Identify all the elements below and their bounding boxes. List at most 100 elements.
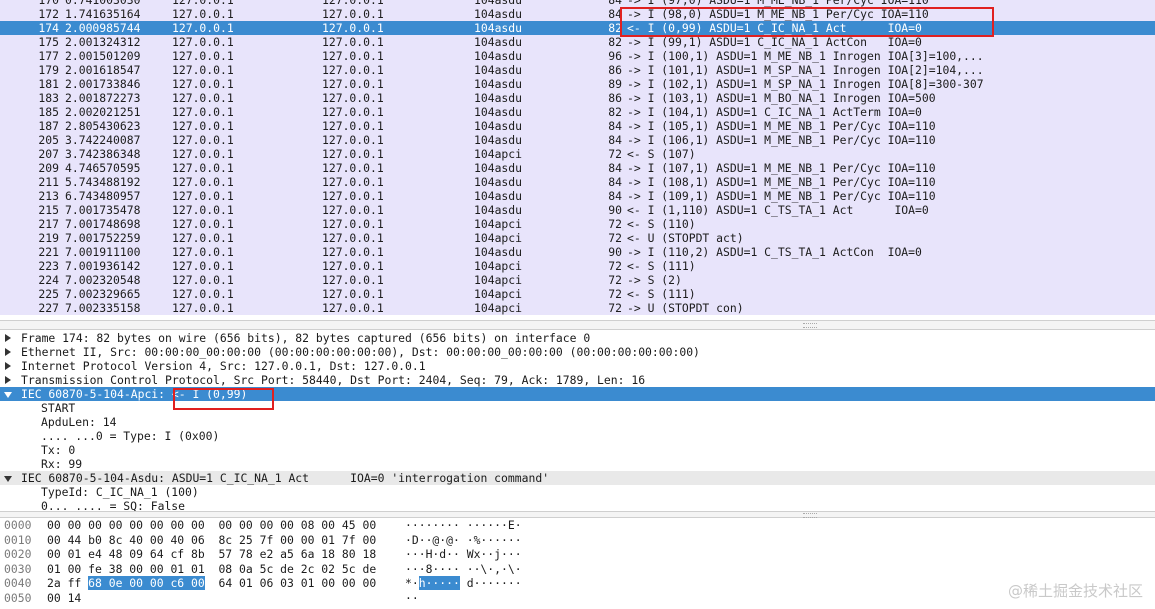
packet-info: -> I (97,0) ASDU=1 M_ME_NB_1 Per/Cyc IOA… xyxy=(627,0,929,7)
packet-source: 127.0.0.1 xyxy=(172,161,234,175)
packet-row[interactable]: 177 2.001501209 127.0.0.1 127.0.0.1 104asdu 9… xyxy=(0,49,1155,63)
packet-row[interactable]: 227 7.002335158 127.0.0.1 127.0.0.1 104apci 7… xyxy=(0,301,1155,315)
packet-length: 84 xyxy=(608,133,622,147)
packet-time: 7.001911100 xyxy=(65,245,141,259)
hex-bytes-part: 01 00 fe 38 00 00 01 01 08 0a 5c de 2c 0… xyxy=(47,561,377,576)
hex-bytes[interactable]: 00 14 xyxy=(47,591,81,606)
packet-row[interactable]: 224 7.002320548 127.0.0.1 127.0.0.1 104apci 7… xyxy=(0,273,1155,287)
detail-tree-node[interactable]: Transmission Control Protocol, Src Port:… xyxy=(0,373,1155,387)
packet-destination: 127.0.0.1 xyxy=(322,147,384,161)
packet-no: 211 xyxy=(38,175,59,189)
collapsed-triangle-icon[interactable] xyxy=(5,362,11,370)
expanded-triangle-icon[interactable] xyxy=(4,476,12,482)
detail-field[interactable]: Tx: 0 xyxy=(0,443,1155,457)
packet-destination: 127.0.0.1 xyxy=(322,49,384,63)
hex-bytes-part: 64 01 06 03 01 00 00 00 xyxy=(204,576,377,590)
packet-row[interactable]: 213 6.743480957 127.0.0.1 127.0.0.1 104asdu 8… xyxy=(0,189,1155,203)
detail-tree-node[interactable]: Frame 174: 82 bytes on wire (656 bits), … xyxy=(0,331,1155,345)
packet-row[interactable]: 225 7.002329665 127.0.0.1 127.0.0.1 104apci 7… xyxy=(0,287,1155,301)
hex-ascii[interactable]: ···H·d·· Wx··j··· xyxy=(405,547,522,562)
packet-source: 127.0.0.1 xyxy=(172,273,234,287)
expanded-triangle-icon[interactable] xyxy=(4,392,12,398)
ascii-part: ·D··@·@· ·%······ xyxy=(405,532,522,547)
hex-bytes[interactable]: 00 00 00 00 00 00 00 00 00 00 00 00 08 0… xyxy=(47,518,376,533)
packet-length: 82 xyxy=(608,21,622,35)
packet-row[interactable]: 175 2.001324312 127.0.0.1 127.0.0.1 104asdu 8… xyxy=(0,35,1155,49)
packet-info: -> I (98,0) ASDU=1 M_ME_NB_1 Per/Cyc IOA… xyxy=(627,7,929,21)
packet-row[interactable]: 181 2.001733846 127.0.0.1 127.0.0.1 104asdu 8… xyxy=(0,77,1155,91)
packet-info: <- S (111) xyxy=(627,287,696,301)
detail-tree-node[interactable]: Internet Protocol Version 4, Src: 127.0.… xyxy=(0,359,1155,373)
detail-tree-node[interactable]: IEC 60870-5-104-Asdu: ASDU=1 C_IC_NA_1 A… xyxy=(0,471,1155,485)
detail-text: Transmission Control Protocol, Src Port:… xyxy=(21,373,646,387)
packet-destination: 127.0.0.1 xyxy=(322,203,384,217)
packet-protocol: 104asdu xyxy=(474,21,523,35)
hex-bytes[interactable]: 00 01 e4 48 09 64 cf 8b 57 78 e2 a5 6a 1… xyxy=(47,547,376,562)
hex-offset: 0030 xyxy=(4,561,32,576)
packet-source: 127.0.0.1 xyxy=(172,301,234,315)
packet-row[interactable]: 170 0.741003030 127.0.0.1 127.0.0.1 104asdu 8… xyxy=(0,0,1155,7)
packet-list-pane[interactable]: 170 0.741003030 127.0.0.1 127.0.0.1 104asdu 8… xyxy=(0,0,1155,320)
hex-bytes[interactable]: 00 44 b0 8c 40 00 40 06 8c 25 7f 00 00 0… xyxy=(47,533,376,548)
packet-row[interactable]: 215 7.001735478 127.0.0.1 127.0.0.1 104asdu 9… xyxy=(0,203,1155,217)
packet-row[interactable]: 185 2.002021251 127.0.0.1 127.0.0.1 104asdu 8… xyxy=(0,105,1155,119)
packet-row[interactable]: 211 5.743488192 127.0.0.1 127.0.0.1 104asdu 8… xyxy=(0,175,1155,189)
packet-time: 5.743488192 xyxy=(65,175,141,189)
detail-field[interactable]: START xyxy=(0,401,1155,415)
detail-text: Frame 174: 82 bytes on wire (656 bits), … xyxy=(21,331,591,345)
packet-row[interactable]: 187 2.805430623 127.0.0.1 127.0.0.1 104asdu 8… xyxy=(0,119,1155,133)
collapsed-triangle-icon[interactable] xyxy=(5,348,11,356)
packet-length: 82 xyxy=(608,105,622,119)
hex-ascii[interactable]: ·· xyxy=(405,591,419,606)
detail-field[interactable]: Rx: 99 xyxy=(0,457,1155,471)
hex-bytes[interactable]: 01 00 fe 38 00 00 01 01 08 0a 5c de 2c 0… xyxy=(47,562,376,577)
packet-destination: 127.0.0.1 xyxy=(322,287,384,301)
packet-protocol: 104asdu xyxy=(474,189,523,203)
packet-row[interactable]: 207 3.742386348 127.0.0.1 127.0.0.1 104apci 7… xyxy=(0,147,1155,161)
packet-row[interactable]: 174 2.000985744 127.0.0.1 127.0.0.1 104asdu 8… xyxy=(0,21,1155,35)
packet-length: 72 xyxy=(608,287,622,301)
packet-rows: 170 0.741003030 127.0.0.1 127.0.0.1 104asdu 8… xyxy=(0,0,1155,315)
detail-field[interactable]: ApduLen: 14 xyxy=(0,415,1155,429)
packet-length: 72 xyxy=(608,259,622,273)
packet-destination: 127.0.0.1 xyxy=(322,273,384,287)
detail-tree-node[interactable]: IEC 60870-5-104-Apci: <- I (0,99) xyxy=(0,387,1155,401)
hex-ascii[interactable]: ···8···· ··\·,·\· xyxy=(405,562,522,577)
hex-ascii[interactable]: ········ ······E· xyxy=(405,518,522,533)
packet-length: 90 xyxy=(608,245,622,259)
packet-protocol: 104asdu xyxy=(474,119,523,133)
pane-splitter-bottom[interactable] xyxy=(0,511,1155,518)
packet-bytes-pane[interactable]: 0000 00 00 00 00 00 00 00 00 00 00 00 00 … xyxy=(0,518,1155,609)
packet-row[interactable]: 205 3.742240087 127.0.0.1 127.0.0.1 104asdu 8… xyxy=(0,133,1155,147)
packet-row[interactable]: 183 2.001872273 127.0.0.1 127.0.0.1 104asdu 8… xyxy=(0,91,1155,105)
packet-source: 127.0.0.1 xyxy=(172,245,234,259)
packet-length: 72 xyxy=(608,147,622,161)
packet-time: 1.741635164 xyxy=(65,7,141,21)
pane-splitter-top[interactable] xyxy=(0,320,1155,330)
hex-bytes[interactable]: 2a ff 68 0e 00 00 c6 00 64 01 06 03 01 0… xyxy=(47,576,376,591)
packet-destination: 127.0.0.1 xyxy=(322,189,384,203)
packet-row[interactable]: 172 1.741635164 127.0.0.1 127.0.0.1 104asdu 8… xyxy=(0,7,1155,21)
packet-time: 0.741003030 xyxy=(65,0,141,7)
packet-row[interactable]: 221 7.001911100 127.0.0.1 127.0.0.1 104asdu 9… xyxy=(0,245,1155,259)
packet-length: 84 xyxy=(608,119,622,133)
hex-ascii[interactable]: *·h····· d······· xyxy=(405,576,522,591)
packet-row[interactable]: 209 4.746570595 127.0.0.1 127.0.0.1 104asdu 8… xyxy=(0,161,1155,175)
packet-protocol: 104asdu xyxy=(474,7,523,21)
packet-time: 2.001872273 xyxy=(65,91,141,105)
packet-protocol: 104asdu xyxy=(474,161,523,175)
hex-ascii[interactable]: ·D··@·@· ·%······ xyxy=(405,533,522,548)
packet-row[interactable]: 217 7.001748698 127.0.0.1 127.0.0.1 104apci 7… xyxy=(0,217,1155,231)
collapsed-triangle-icon[interactable] xyxy=(5,334,11,342)
packet-row[interactable]: 179 2.001618547 127.0.0.1 127.0.0.1 104asdu 8… xyxy=(0,63,1155,77)
packet-details-pane[interactable]: Frame 174: 82 bytes on wire (656 bits), … xyxy=(0,331,1155,513)
detail-field[interactable]: TypeId: C_IC_NA_1 (100) xyxy=(0,485,1155,499)
packet-row[interactable]: 219 7.001752259 127.0.0.1 127.0.0.1 104apci 7… xyxy=(0,231,1155,245)
packet-source: 127.0.0.1 xyxy=(172,7,234,21)
detail-tree-node[interactable]: Ethernet II, Src: 00:00:00_00:00:00 (00:… xyxy=(0,345,1155,359)
ascii-part: ···8···· ··\·,·\· xyxy=(405,561,522,576)
packet-destination: 127.0.0.1 xyxy=(322,119,384,133)
packet-row[interactable]: 223 7.001936142 127.0.0.1 127.0.0.1 104apci 7… xyxy=(0,259,1155,273)
detail-field[interactable]: .... ...0 = Type: I (0x00) xyxy=(0,429,1155,443)
collapsed-triangle-icon[interactable] xyxy=(5,376,11,384)
